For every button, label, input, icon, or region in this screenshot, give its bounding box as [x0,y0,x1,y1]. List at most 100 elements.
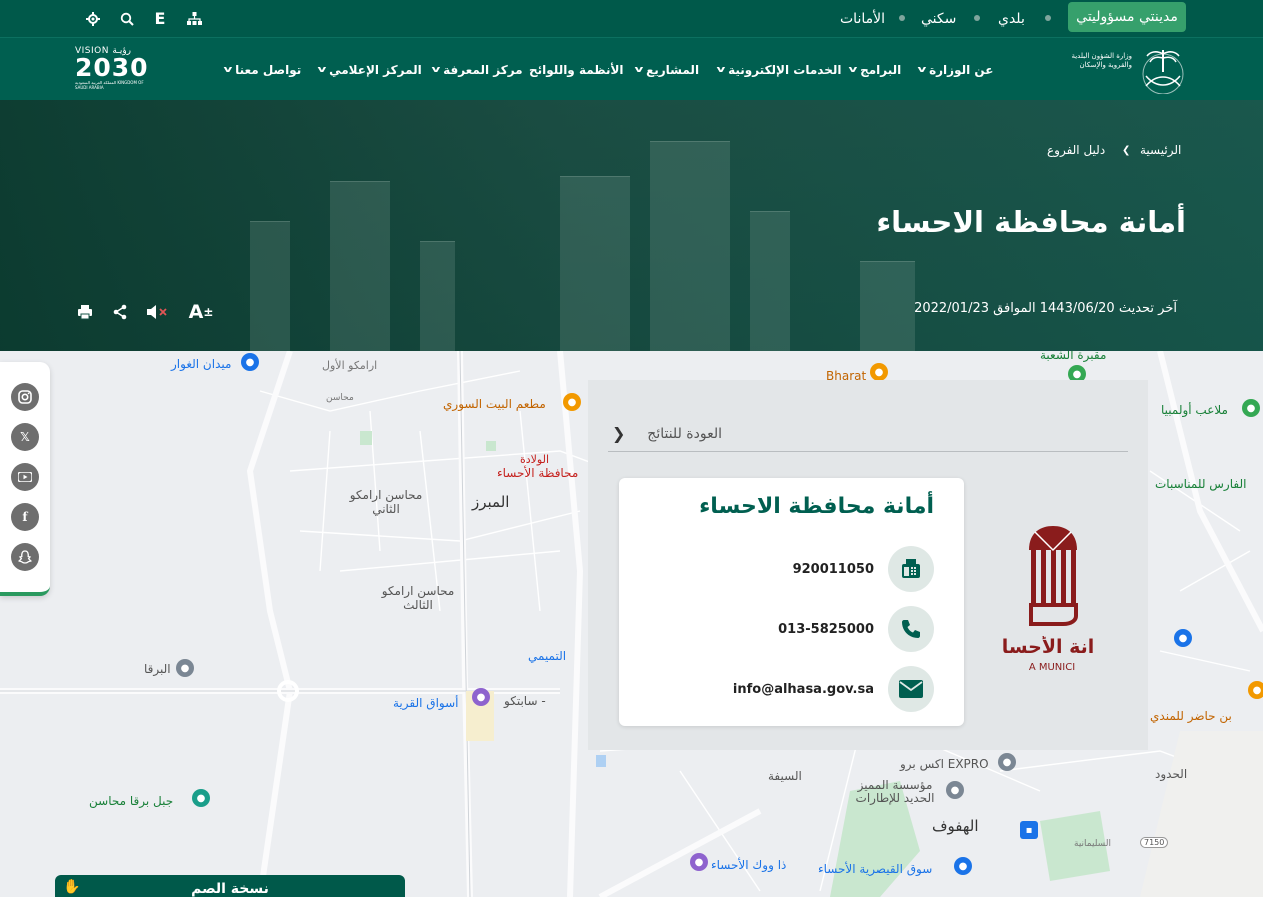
chevron-down-icon: v [848,64,858,75]
map-label: التميمي [528,649,567,663]
logo-subtext: A MUNICI [1028,662,1076,672]
x-twitter-icon[interactable]: 𝕏 [11,423,39,451]
shopping-marker-icon[interactable]: ● [1174,629,1192,647]
chevron-down-icon: v [716,64,726,75]
map-label: السيفة [768,769,802,783]
social-sidebar: 𝕏 f [0,362,50,596]
map-label: مقبرة الشعبة [1040,351,1107,362]
topbar-link-baladi[interactable]: بلدي [998,0,1025,37]
map-label: جبل برقا محاسن [89,794,174,808]
chevron-right-icon: ❯ [612,424,626,443]
map-label: الحدود [1155,767,1188,781]
search-icon[interactable] [118,0,136,37]
last-updated: آخر تحديث 1443/06/20 الموافق 2022/01/23 [914,301,1177,316]
phone-row: 013-5825000 [778,606,934,652]
restaurant-marker-icon[interactable]: ● [1248,681,1263,699]
map-label: محاسن [326,393,354,403]
map-marker-icon[interactable]: ● [998,753,1016,771]
chevron-down-icon: v [431,64,441,75]
nav-item-regulations[interactable]: الأنظمة واللوائح [529,38,624,101]
map-label: محاسن ارامكو الثاني [349,488,423,516]
phone-icon [888,606,934,652]
sign-language-widget[interactable]: ✋ نسخة الصم [55,875,405,897]
back-to-results-link[interactable]: ❯ العودة للنتائج [608,416,1128,452]
speaker-muted-icon[interactable] [145,300,169,324]
map-marker-icon[interactable]: ● [241,353,259,371]
nav-item-label: الخدمات الإلكترونية [728,62,842,77]
sign-language-icon: ✋ [63,879,81,895]
youtube-icon[interactable] [11,463,39,491]
chevron-down-icon: v [317,64,327,75]
restaurant-marker-icon[interactable]: ● [870,363,888,381]
separator-dot [899,15,905,21]
top-bar: E الأمانات سكني بلدي مدينتي مسؤوليتي [0,0,1263,37]
email-row: info@alhasa.gov.sa [733,666,934,712]
alahsa-emblem-icon [1029,526,1078,626]
fax-icon [888,546,934,592]
topbar-link-my-city[interactable]: مدينتي مسؤوليتي [1068,2,1186,32]
breadcrumb-chevron-icon: ❮ [1122,144,1131,156]
chevron-down-icon: v [223,64,233,75]
park-marker-icon[interactable]: ● [1242,399,1260,417]
nav-item-projects[interactable]: v المشاريع [630,38,700,101]
shopping-marker-icon[interactable]: ● [472,688,490,706]
breadcrumb-home[interactable]: الرئيسية [1140,140,1181,160]
chevron-down-icon: v [634,64,644,75]
phone-number[interactable]: 013-5825000 [778,622,874,637]
language-toggle-button[interactable]: E [152,0,168,37]
print-icon[interactable] [76,300,94,324]
shopping-marker-icon[interactable]: ● [690,853,708,871]
email-address[interactable]: info@alhasa.gov.sa [733,682,874,697]
map-label: مؤسسة المميز الحديد للإطارات [855,778,935,805]
nav-item-label: تواصل معنا [235,62,302,77]
share-icon[interactable] [111,300,129,324]
map-label: ارامكو الأول [322,359,378,372]
topbar-link-sakani[interactable]: سكني [921,0,956,37]
skyline-building [420,241,455,351]
text-size-icon[interactable]: A ± [186,300,216,324]
settings-gear-icon[interactable] [84,0,102,37]
nav-item-label: المركز الإعلامي [329,62,422,77]
bus-stop-icon[interactable]: ▪ [1020,821,1038,839]
mountain-marker-icon[interactable]: ● [192,789,210,807]
map-label: محاسن ارامكو الثالث [381,584,455,612]
map-label: الولادة [520,453,550,466]
map-label: اكس برو EXPRO [900,757,989,771]
map-marker-icon[interactable]: ● [176,659,194,677]
vision-2030-logo[interactable]: VISION رؤيـة 2030 المملكة العربية السعود… [75,46,149,94]
skyline-building [860,261,915,351]
nav-item-about[interactable]: v عن الوزارة [913,38,994,101]
map-marker-icon[interactable]: ● [946,781,964,799]
skyline-building [750,211,790,351]
map-label: ذا ووك الأحساء [711,858,787,872]
fax-number[interactable]: 920011050 [793,562,874,577]
nav-item-knowledge-center[interactable]: v مركز المعرفة [427,38,523,101]
nav-item-label: المشاريع [646,62,700,77]
fax-row: 920011050 [793,546,934,592]
nav-item-programs[interactable]: v البرامج [844,38,902,101]
palm-swords-emblem-icon [1142,50,1184,94]
contact-card: أمانة محافظة الاحساء 920011050 013-58250… [619,478,964,726]
nav-item-media-center[interactable]: v المركز الإعلامي [313,38,422,101]
map-label: بن حاضر للمندي [1150,709,1232,723]
sitemap-icon[interactable] [185,0,203,37]
restaurant-marker-icon[interactable]: ● [563,393,581,411]
vision-year: 2030 [75,53,149,82]
chevron-down-icon: v [917,64,927,75]
skyline-building [250,221,290,351]
map-label: المبرز [472,493,510,511]
facebook-icon[interactable]: f [11,503,39,531]
nav-item-label: الأنظمة واللوائح [529,62,624,77]
nav-item-contact[interactable]: v تواصل معنا [219,38,302,101]
logo-text: انة الأحسا [1001,636,1095,658]
map-label: السليمانية [1074,839,1111,849]
map-label: مطعم البيت السوري [443,397,546,411]
nav-item-label: عن الوزارة [929,62,994,77]
topbar-link-amanat[interactable]: الأمانات [840,0,885,37]
nav-item-e-services[interactable]: v الخدمات الإلكترونية [712,38,842,101]
snapchat-icon[interactable] [11,543,39,571]
instagram-icon[interactable] [11,383,39,411]
map-label: الفارس للمناسبات [1155,477,1247,491]
shopping-marker-icon[interactable]: ● [954,857,972,875]
ministry-logo[interactable]: وزارة الشؤون البلدية والقروية والإسكان [1064,46,1188,94]
